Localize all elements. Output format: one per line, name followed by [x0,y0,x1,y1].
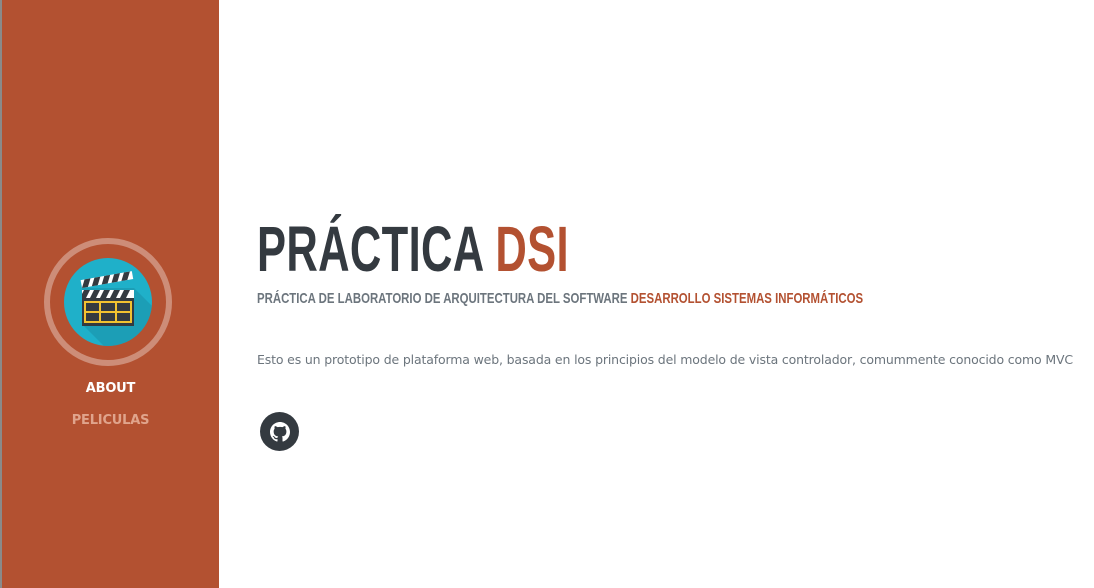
nav-item-peliculas[interactable]: PELICULAS [2,410,219,442]
github-icon [269,421,290,442]
page: ABOUT PELICULAS PRÁCTICA DSI PRÁCTICA DE… [0,0,1094,588]
avatar [64,258,152,346]
page-title-accent: DSI [495,213,569,285]
page-subtitle-primary: PRÁCTICA DE LABORATORIO DE ARQUITECTURA … [257,290,628,307]
sidebar-nav: ABOUT PELICULAS [2,378,219,442]
page-title: PRÁCTICA DSI [257,212,815,286]
main-content: PRÁCTICA DSI PRÁCTICA DE LABORATORIO DE … [257,212,1077,451]
nav-item-about[interactable]: ABOUT [2,378,219,410]
clapperboard-icon [80,271,152,346]
page-title-primary: PRÁCTICA [257,213,483,285]
github-button[interactable] [260,412,299,451]
sidebar: ABOUT PELICULAS [2,0,219,588]
page-description: Esto es un prototipo de plataforma web, … [257,352,1073,367]
page-subtitle: PRÁCTICA DE LABORATORIO DE ARQUITECTURA … [257,290,1047,308]
page-subtitle-accent: DESARROLLO SISTEMAS INFORMÁTICOS [630,290,864,307]
avatar-ring [44,238,172,366]
